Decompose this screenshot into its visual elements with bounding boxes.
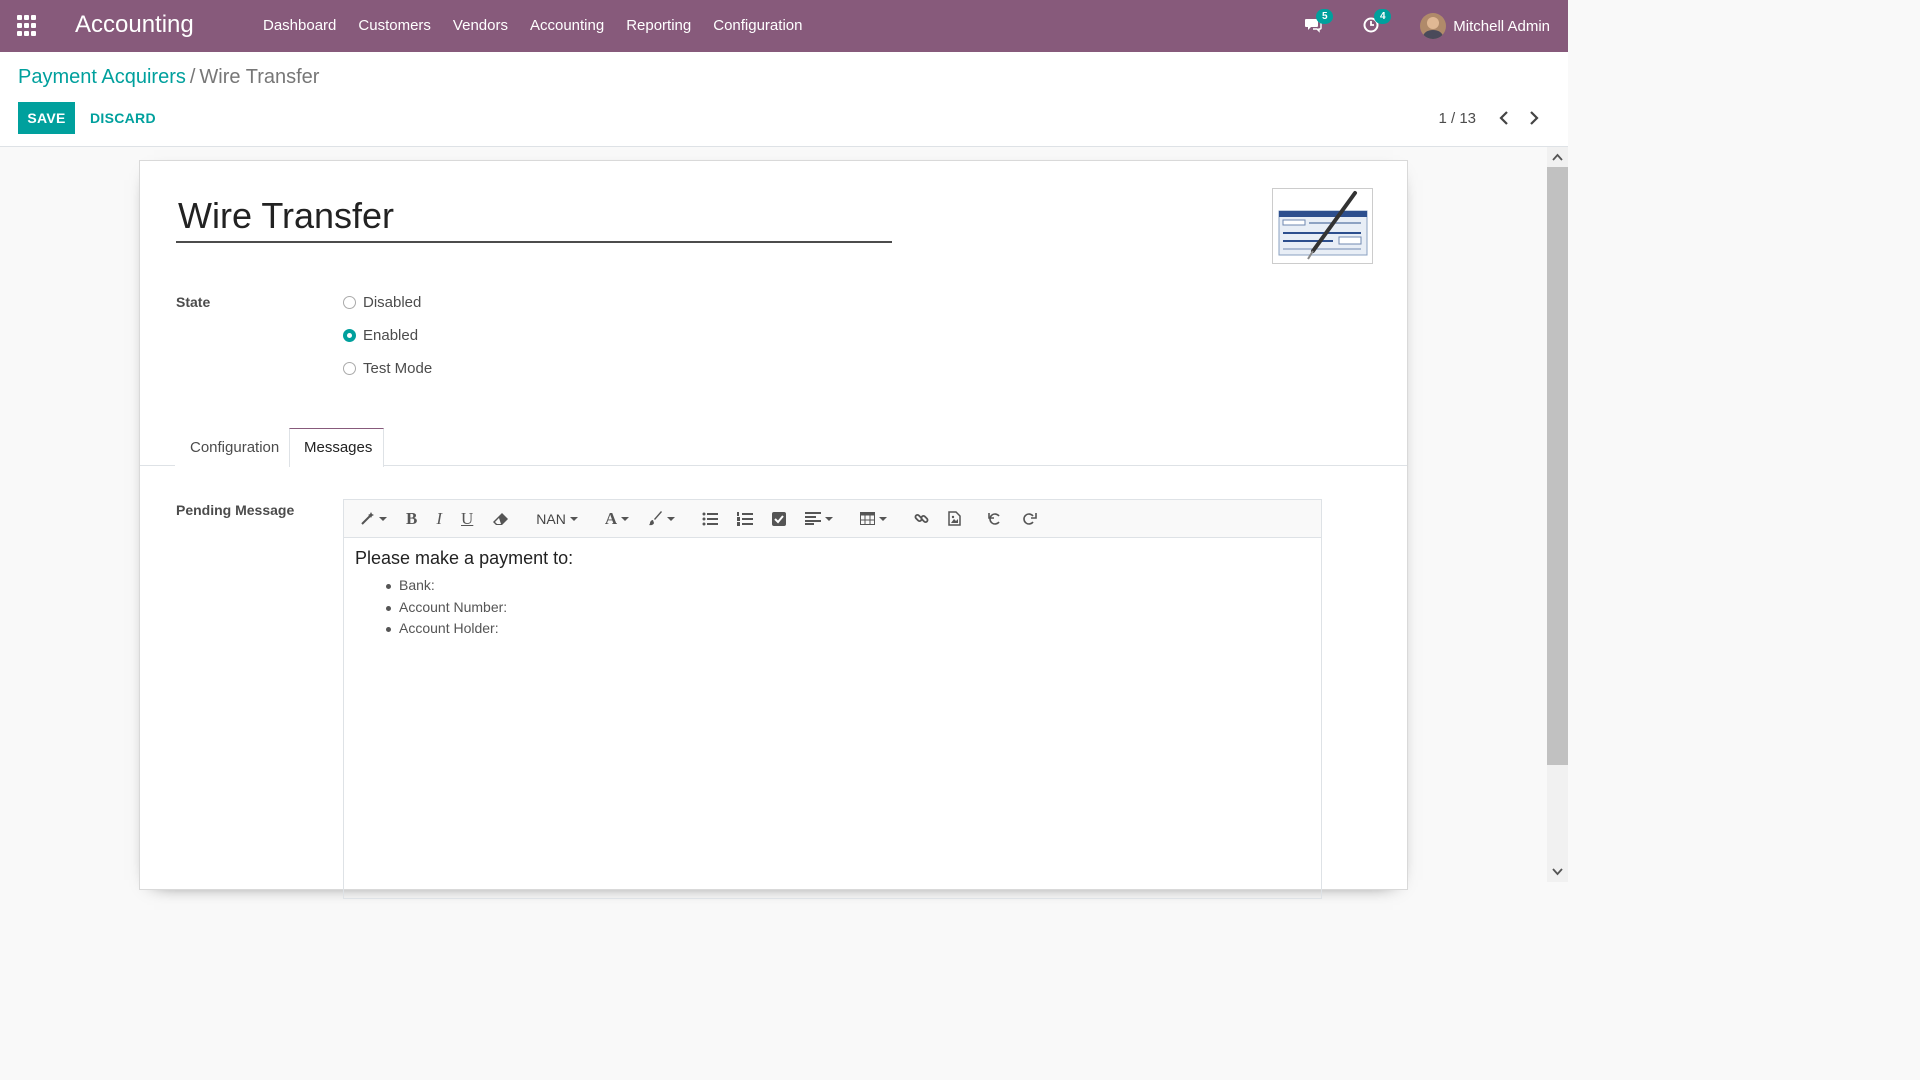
notebook-tabs: Configuration Messages bbox=[140, 428, 1407, 467]
cheque-pen-icon bbox=[1278, 191, 1368, 260]
acquirer-name-input[interactable]: Wire Transfer bbox=[176, 193, 892, 243]
editor-content[interactable]: Please make a payment to: Bank: Account … bbox=[344, 538, 1321, 650]
state-radio-enabled[interactable] bbox=[343, 329, 356, 342]
user-menu[interactable]: Mitchell Admin bbox=[1420, 13, 1550, 39]
italic-icon: I bbox=[436, 508, 443, 528]
eraser-icon bbox=[493, 512, 509, 525]
list-item: Bank: bbox=[386, 575, 1310, 597]
pending-message-label: Pending Message bbox=[176, 502, 295, 518]
numbered-list-button[interactable] bbox=[737, 509, 754, 529]
state-radio-test-mode[interactable] bbox=[343, 362, 356, 375]
breadcrumb-current: Wire Transfer bbox=[199, 66, 320, 88]
state-radio-disabled[interactable] bbox=[343, 296, 356, 309]
state-option-label: Test Mode bbox=[363, 360, 433, 377]
state-option-disabled[interactable]: Disabled bbox=[343, 294, 421, 311]
state-option-label: Enabled bbox=[363, 327, 419, 344]
messages-count-badge: 5 bbox=[1316, 9, 1334, 24]
background-color-dropdown[interactable] bbox=[648, 509, 676, 529]
font-color-dropdown[interactable]: A bbox=[604, 508, 630, 529]
menu-reporting[interactable]: Reporting bbox=[615, 0, 702, 52]
redo-button[interactable] bbox=[1022, 509, 1037, 529]
page-scrollbar[interactable] bbox=[1547, 147, 1568, 882]
list-ul-icon bbox=[702, 512, 719, 525]
scrollbar-thumb[interactable] bbox=[1547, 167, 1568, 765]
checkbox-icon bbox=[772, 511, 787, 526]
save-button[interactable]: SAVE bbox=[18, 102, 75, 134]
italic-button[interactable]: I bbox=[436, 509, 442, 529]
activities-tray[interactable]: 4 bbox=[1362, 9, 1392, 36]
list-item: Account Holder: bbox=[386, 618, 1310, 640]
pager-value[interactable]: 1 / 13 bbox=[1438, 110, 1476, 127]
apps-menu-icon[interactable] bbox=[17, 15, 39, 37]
state-option-label: Disabled bbox=[363, 294, 422, 311]
insert-image-button[interactable] bbox=[948, 509, 961, 529]
font-color-icon: A bbox=[604, 508, 618, 528]
chevron-right-icon bbox=[1530, 111, 1539, 125]
tab-configuration[interactable]: Configuration bbox=[175, 428, 289, 466]
bullet-list-button[interactable] bbox=[702, 509, 719, 529]
pager-next-button[interactable] bbox=[1524, 108, 1544, 128]
paint-brush-icon bbox=[649, 511, 663, 526]
table-dropdown[interactable] bbox=[860, 509, 888, 529]
insert-link-button[interactable] bbox=[914, 509, 929, 529]
font-size-value: NAN bbox=[536, 510, 566, 527]
activities-count-badge: 4 bbox=[1374, 9, 1392, 24]
breadcrumb-separator: / bbox=[189, 66, 196, 88]
pager-previous-button[interactable] bbox=[1494, 108, 1514, 128]
form-sheet: Wire Transfer State Disabled Enabled Tes… bbox=[139, 160, 1408, 899]
state-option-test-mode[interactable]: Test Mode bbox=[343, 360, 432, 377]
list-item: Account Number: bbox=[386, 597, 1310, 619]
image-file-icon bbox=[948, 511, 961, 526]
editor-toolbar: B I U NAN A bbox=[344, 500, 1321, 538]
editor-bullet-list: Bank: Account Number: Account Holder: bbox=[355, 575, 1310, 640]
font-size-dropdown[interactable]: NAN bbox=[536, 509, 578, 529]
app-name[interactable]: Accounting bbox=[75, 11, 194, 39]
pending-message-editor[interactable]: B I U NAN A Please make a payment to: Ba… bbox=[343, 499, 1322, 899]
discard-button[interactable]: DISCARD bbox=[84, 102, 162, 134]
control-panel: Payment Acquirers / Wire Transfer SAVE DIS… bbox=[0, 52, 1568, 147]
magic-wand-icon bbox=[361, 512, 374, 525]
user-name: Mitchell Admin bbox=[1453, 17, 1550, 35]
bold-button[interactable]: B bbox=[406, 509, 417, 529]
messages-tray[interactable]: 5 bbox=[1304, 9, 1334, 36]
user-avatar bbox=[1420, 13, 1447, 39]
menu-dashboard[interactable]: Dashboard bbox=[252, 0, 347, 52]
menu-customers[interactable]: Customers bbox=[347, 0, 442, 52]
bold-icon: B bbox=[406, 508, 418, 528]
scroll-up-arrow-icon[interactable] bbox=[1551, 151, 1564, 164]
list-ol-icon bbox=[737, 511, 754, 526]
undo-icon bbox=[988, 512, 1000, 525]
scroll-down-arrow-icon[interactable] bbox=[1551, 865, 1564, 878]
menu-accounting[interactable]: Accounting bbox=[519, 0, 615, 52]
redo-icon bbox=[1023, 512, 1037, 525]
menu-vendors[interactable]: Vendors bbox=[442, 0, 519, 52]
breadcrumb: Payment Acquirers / Wire Transfer bbox=[18, 66, 319, 89]
underline-icon: U bbox=[461, 508, 474, 528]
undo-button[interactable] bbox=[988, 509, 1003, 529]
editor-heading-text: Please make a payment to: bbox=[355, 548, 574, 568]
table-icon bbox=[860, 512, 876, 525]
top-navbar: Accounting Dashboard Customers Vendors A… bbox=[0, 0, 1568, 52]
acquirer-logo-image[interactable] bbox=[1272, 188, 1373, 264]
style-dropdown[interactable] bbox=[360, 509, 387, 529]
underline-button[interactable]: U bbox=[461, 509, 473, 529]
clear-format-button[interactable] bbox=[492, 509, 509, 529]
systray: 5 4 Mitchell Admin bbox=[1304, 0, 1568, 52]
align-left-icon bbox=[805, 512, 822, 525]
main-menu: Dashboard Customers Vendors Accounting R… bbox=[252, 0, 813, 52]
paragraph-align-dropdown[interactable] bbox=[805, 509, 834, 529]
chevron-left-icon bbox=[1499, 111, 1508, 125]
checklist-button[interactable] bbox=[772, 509, 787, 529]
link-icon bbox=[914, 514, 929, 523]
state-option-enabled[interactable]: Enabled bbox=[343, 327, 418, 344]
state-label: State bbox=[176, 294, 211, 310]
tab-messages[interactable]: Messages bbox=[289, 428, 384, 467]
breadcrumb-parent-link[interactable]: Payment Acquirers bbox=[18, 66, 186, 88]
menu-configuration[interactable]: Configuration bbox=[702, 0, 813, 52]
